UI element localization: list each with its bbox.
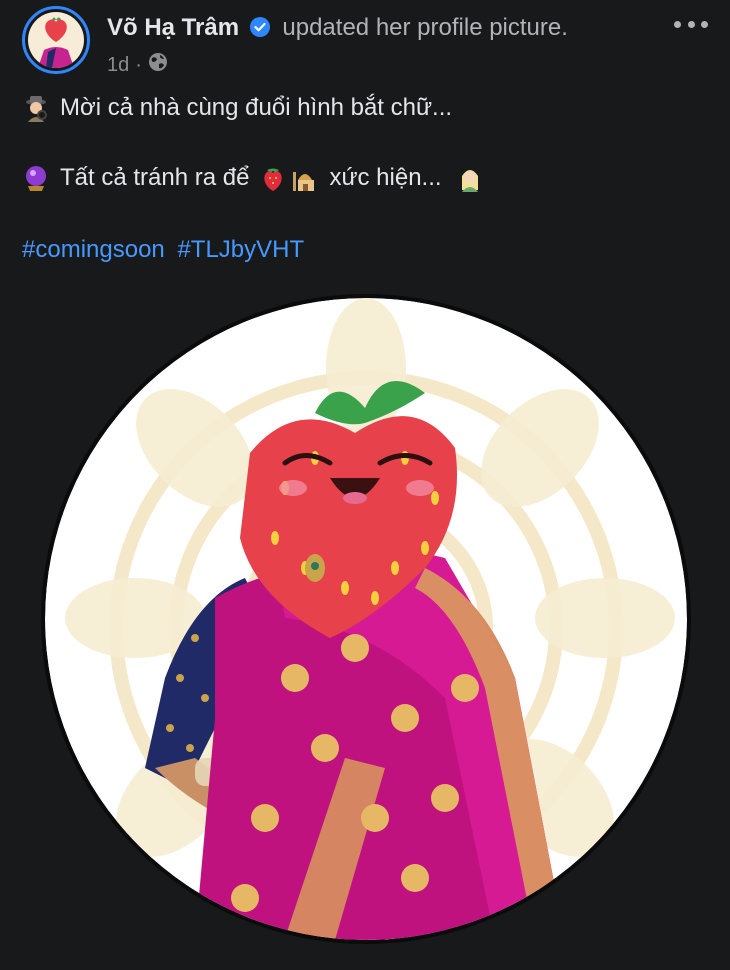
post-header: Võ Hạ Trâm updated her profile picture. …	[0, 0, 730, 88]
author-avatar[interactable]	[22, 6, 90, 74]
detective-emoji-icon	[22, 94, 50, 122]
post-line-1-text: Mời cả nhà cùng đuổi hình bắt chữ...	[60, 94, 453, 121]
profile-picture-image[interactable]	[41, 294, 691, 944]
post-meta: 1d ·	[107, 52, 168, 78]
dot-icon	[687, 20, 695, 28]
more-options-button[interactable]	[674, 14, 708, 34]
dot-icon	[701, 20, 708, 28]
hashtag-link[interactable]: #comingsoon	[22, 236, 165, 263]
post-action-text: updated her profile picture.	[282, 14, 568, 41]
hashtag-link[interactable]: #TLJbyVHT	[177, 236, 304, 263]
meta-separator: ·	[135, 53, 142, 76]
avatar-image	[28, 12, 84, 68]
post-line-2-text-before: Tất cả tránh ra để	[60, 164, 250, 191]
mosque-emoji-icon	[291, 164, 319, 192]
post-line-2: Tất cả tránh ra để xức hiện...	[22, 164, 484, 192]
verified-badge-icon	[249, 16, 270, 44]
globe-icon[interactable]	[148, 52, 168, 78]
post-timestamp[interactable]: 1d	[107, 54, 129, 77]
post-line-1: Mời cả nhà cùng đuổi hình bắt chữ...	[22, 94, 452, 122]
woman-elf-emoji-icon	[456, 164, 484, 192]
post-line-2-text-after: xức hiện...	[329, 164, 442, 191]
crystal-ball-emoji-icon	[22, 164, 50, 192]
post-title-line: Võ Hạ Trâm updated her profile picture.	[107, 14, 568, 44]
hashtags: #comingsoon #TLJbyVHT	[22, 236, 310, 264]
strawberry-emoji-icon	[259, 164, 287, 192]
dot-icon	[674, 20, 681, 28]
author-name[interactable]: Võ Hạ Trâm	[107, 14, 239, 41]
